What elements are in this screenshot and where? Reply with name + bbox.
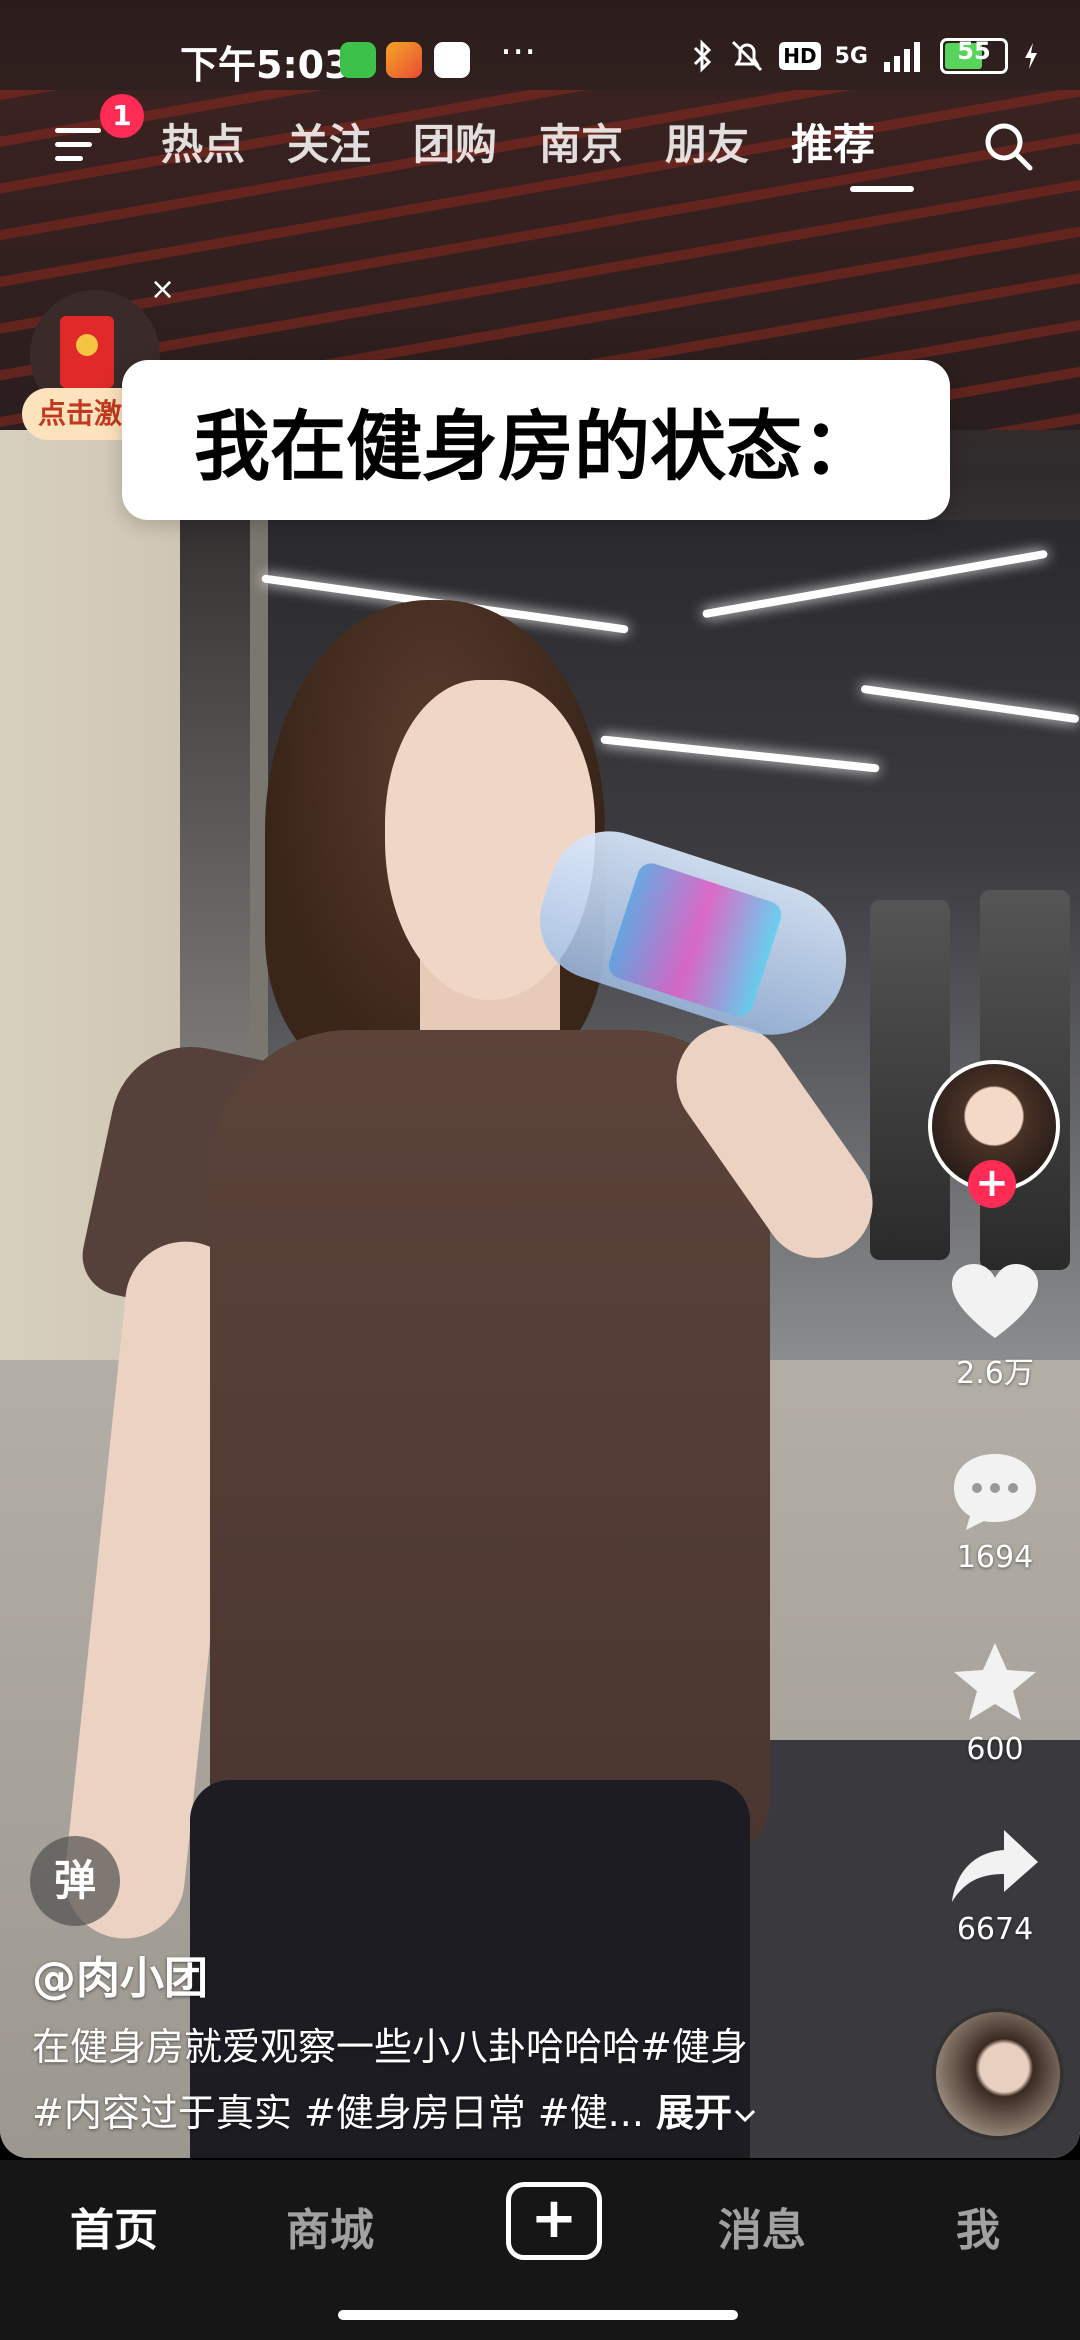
home-indicator	[338, 2310, 738, 2320]
share-icon	[952, 1830, 1038, 1902]
create-button[interactable]: +	[506, 2182, 602, 2260]
active-tab-indicator	[850, 186, 914, 192]
expand-label: 展开	[656, 2091, 733, 2135]
tab-following[interactable]: 关注	[266, 110, 392, 180]
post-hashtags[interactable]: #内容过于真实 #健身房日常 #健...	[32, 2091, 644, 2135]
tab-recommended[interactable]: 推荐	[770, 110, 896, 180]
video-caption: 我在健身房的状态：	[122, 360, 950, 520]
signal-label: 5G	[834, 43, 868, 69]
search-icon[interactable]	[982, 120, 1034, 172]
chevron-down-icon	[734, 2109, 756, 2123]
tab-group-buy[interactable]: 团购	[392, 110, 518, 180]
cloud-app-icon	[434, 42, 470, 78]
favorite-count: 600	[966, 1732, 1024, 1767]
menu-icon[interactable]	[55, 128, 101, 168]
battery-icon: 55	[940, 37, 1008, 74]
app-screen: 下午5:03 ··· HD 5G 55 1 热点 关注 团购 南京 朋友 推荐 …	[0, 0, 1080, 2340]
post-description: 在健身房就爱观察一些小八卦哈哈哈#健身	[32, 2025, 748, 2069]
status-more-dots: ···	[500, 30, 537, 74]
heart-icon	[952, 1264, 1038, 1338]
like-count: 2.6万	[956, 1356, 1034, 1391]
music-disc[interactable]	[932, 2008, 1064, 2140]
notification-badge: 1	[100, 94, 144, 138]
bell-muted-icon	[732, 40, 763, 72]
share-button[interactable]: 6674	[920, 1826, 1070, 1947]
video-player[interactable]	[0, 0, 1080, 2158]
like-button[interactable]: 2.6万	[920, 1262, 1070, 1392]
status-bar: 下午5:03 ··· HD 5G 55	[0, 30, 1080, 90]
nav-mall[interactable]: 商城	[286, 2194, 374, 2258]
danmaku-toggle[interactable]: 弹	[30, 1836, 120, 1926]
follow-button[interactable]: +	[968, 1160, 1016, 1208]
author-name[interactable]: @肉小团	[32, 1942, 208, 2006]
58-app-icon	[386, 42, 422, 78]
close-icon[interactable]: ×	[150, 272, 175, 307]
status-time: 下午5:03	[180, 43, 351, 87]
coin-icon	[76, 334, 98, 356]
expand-button[interactable]: 展开	[656, 2091, 758, 2135]
nav-me[interactable]: 我	[956, 2194, 1000, 2258]
top-nav: 1 热点 关注 团购 南京 朋友 推荐	[0, 94, 1080, 200]
tab-nanjing[interactable]: 南京	[518, 110, 644, 180]
share-count: 6674	[956, 1912, 1034, 1947]
nav-home[interactable]: 首页	[70, 2194, 158, 2258]
bluetooth-icon	[694, 39, 712, 73]
gym-machine	[870, 900, 950, 1260]
favorite-button[interactable]: 600	[920, 1640, 1070, 1767]
tab-hot[interactable]: 热点	[140, 110, 266, 180]
person-shirt	[210, 1030, 770, 1860]
signal-icon	[884, 42, 920, 72]
post-description-tags: #内容过于真实 #健身房日常 #健... 展开	[32, 2082, 758, 2137]
wechat-app-icon	[340, 42, 376, 78]
comment-button[interactable]: 1694	[920, 1450, 1070, 1575]
feed-tabs: 热点 关注 团购 南京 朋友 推荐	[140, 110, 896, 180]
star-icon	[954, 1643, 1036, 1720]
hd-icon: HD	[779, 42, 821, 70]
status-right-group: HD 5G 55	[691, 37, 1040, 74]
tab-friends[interactable]: 朋友	[644, 110, 770, 180]
nav-messages[interactable]: 消息	[718, 2194, 806, 2258]
comment-icon	[954, 1454, 1036, 1530]
battery-level: 55	[957, 37, 991, 65]
comment-count: 1694	[956, 1540, 1034, 1575]
charging-icon	[1025, 43, 1037, 69]
